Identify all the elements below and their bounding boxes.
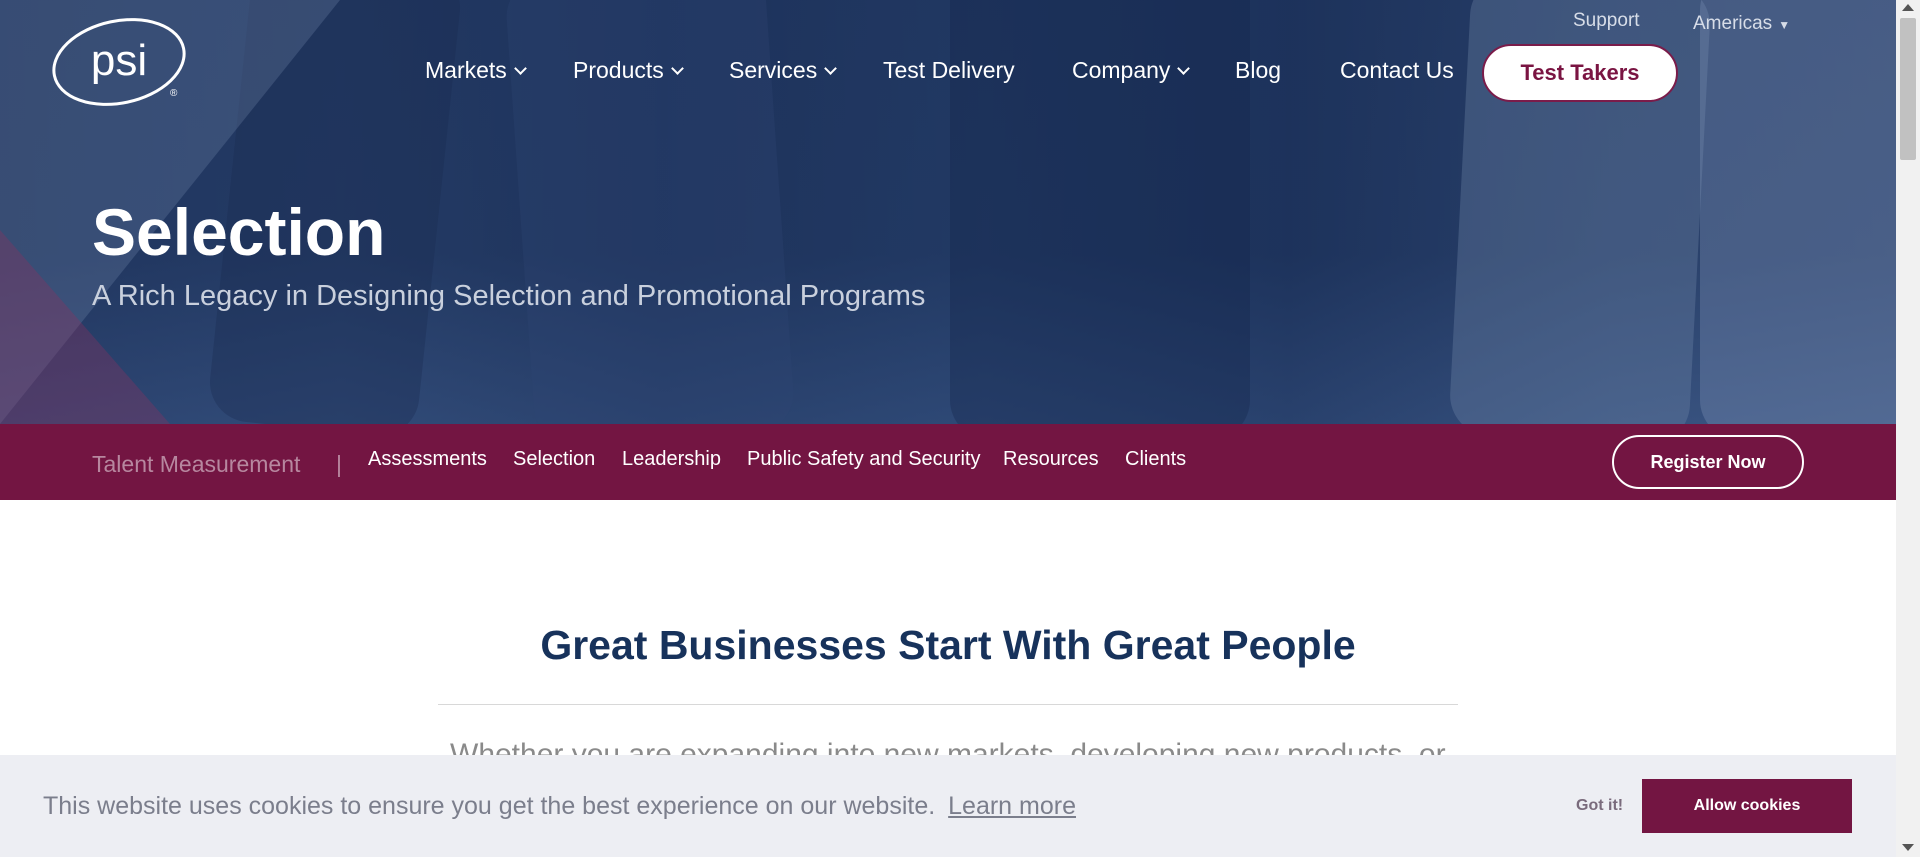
section-link-clients[interactable]: Clients — [1125, 448, 1186, 471]
support-link[interactable]: Support — [1573, 10, 1640, 32]
cookie-dismiss-button[interactable]: Got it! — [1576, 797, 1623, 815]
test-takers-button[interactable]: Test Takers — [1482, 44, 1678, 102]
nav-services[interactable]: Services — [729, 57, 838, 84]
scroll-down-arrow-icon[interactable] — [1902, 844, 1914, 851]
cookie-banner: This website uses cookies to ensure you … — [0, 755, 1896, 857]
chevron-down-icon — [670, 62, 684, 75]
logo-text: psi — [91, 36, 147, 85]
psi-logo[interactable]: psi — [50, 18, 188, 106]
section-link-leadership[interactable]: Leadership — [622, 448, 721, 471]
scroll-up-arrow-icon[interactable] — [1902, 4, 1914, 11]
nav-label: Products — [573, 57, 664, 83]
section-nav-bar: Talent Measurement | Assessments Selecti… — [0, 424, 1896, 500]
register-now-button[interactable]: Register Now — [1612, 435, 1804, 489]
nav-company[interactable]: Company — [1072, 57, 1191, 84]
region-selector[interactable]: Americas ▼ — [1693, 13, 1790, 35]
nav-test-delivery[interactable]: Test Delivery — [883, 57, 1015, 84]
chevron-down-icon — [513, 62, 527, 75]
section-label[interactable]: Talent Measurement — [92, 451, 300, 478]
nav-label: Company — [1072, 57, 1171, 83]
nav-label: Test Delivery — [883, 57, 1015, 83]
cookie-message-wrapper: This website uses cookies to ensure you … — [43, 792, 1076, 821]
content-divider — [438, 704, 1458, 705]
hero-photo-figure — [1700, 0, 1896, 424]
cookie-message: This website uses cookies to ensure you … — [43, 792, 936, 820]
caret-down-icon: ▼ — [1778, 18, 1791, 32]
page-title: Selection — [92, 195, 386, 269]
registered-mark: ® — [170, 88, 178, 99]
page-subtitle: A Rich Legacy in Designing Selection and… — [92, 280, 926, 312]
nav-contact-us[interactable]: Contact Us — [1340, 57, 1454, 84]
content-heading: Great Businesses Start With Great People — [540, 622, 1356, 668]
nav-products[interactable]: Products — [573, 57, 684, 84]
nav-label: Markets — [425, 57, 507, 83]
section-link-selection[interactable]: Selection — [513, 448, 595, 471]
chevron-down-icon — [824, 62, 838, 75]
section-link-public-safety[interactable]: Public Safety and Security — [747, 448, 980, 471]
nav-blog[interactable]: Blog — [1235, 57, 1281, 84]
nav-label: Services — [729, 57, 818, 83]
chevron-down-icon — [1177, 62, 1191, 75]
nav-label: Contact Us — [1340, 57, 1454, 83]
scrollbar-thumb[interactable] — [1900, 18, 1916, 160]
nav-markets[interactable]: Markets — [425, 57, 527, 84]
section-separator: | — [336, 451, 342, 477]
region-label: Americas — [1693, 13, 1773, 34]
nav-label: Blog — [1235, 57, 1282, 83]
allow-cookies-button[interactable]: Allow cookies — [1642, 779, 1852, 833]
page-scrollbar[interactable] — [1896, 0, 1920, 857]
section-link-resources[interactable]: Resources — [1003, 448, 1099, 471]
section-link-assessments[interactable]: Assessments — [368, 448, 487, 471]
learn-more-link[interactable]: Learn more — [948, 792, 1076, 820]
